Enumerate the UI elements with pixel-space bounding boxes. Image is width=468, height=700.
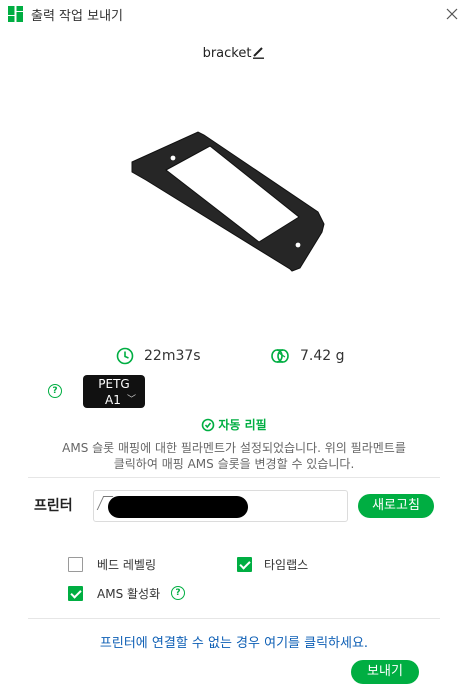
refresh-button[interactable]: 새로고침: [358, 494, 434, 518]
connect-help-link[interactable]: 프린터에 연결할 수 없는 경우 여기를 클릭하세요.: [0, 632, 468, 651]
printer-label: 프린터: [34, 498, 73, 514]
divider: [28, 477, 440, 478]
filament-type: PETG: [98, 377, 130, 391]
filament-slot-a1[interactable]: PETG A1 ﹀: [83, 375, 145, 408]
print-stats: 22m37s 7.42 g: [0, 344, 468, 368]
print-time: 22m37s: [116, 344, 201, 368]
timelapse-option[interactable]: 타임랩스: [237, 556, 308, 573]
close-icon[interactable]: [440, 2, 464, 26]
model-name: bracket: [202, 46, 252, 61]
model-name-row: bracket: [0, 46, 468, 61]
bed-leveling-option[interactable]: 베드 레벨링: [68, 556, 156, 573]
refresh-icon: [202, 418, 215, 432]
filament-spool-icon: [271, 349, 289, 363]
ams-mapping-info: AMS 슬롯 매핑에 대한 필라멘트가 설정되었습니다. 위의 필라멘트를 클릭…: [20, 440, 448, 472]
timelapse-label: 타임랩스: [264, 558, 309, 572]
send-button[interactable]: 보내기: [351, 660, 419, 684]
ams-info-line-2: 클릭하여 매핑 AMS 슬롯을 변경할 수 있습니다.: [113, 457, 355, 471]
ams-checkbox[interactable]: [68, 586, 83, 601]
print-time-value: 22m37s: [144, 348, 201, 364]
redacted-printer-name: [108, 496, 248, 518]
help-icon[interactable]: ?: [48, 384, 62, 398]
auto-refill-label: 자동 리필: [218, 418, 267, 432]
bed-leveling-label: 베드 레벨링: [97, 558, 157, 572]
ams-option[interactable]: AMS 활성화: [68, 585, 160, 602]
chevron-down-icon: ﹀: [127, 395, 137, 405]
timelapse-checkbox[interactable]: [237, 557, 252, 572]
divider: [28, 618, 440, 619]
ams-help-icon[interactable]: ?: [171, 586, 185, 600]
ams-label: AMS 활성화: [97, 587, 161, 601]
edit-pencil-icon[interactable]: [252, 46, 265, 59]
model-preview-image: [131, 131, 325, 272]
filament-weight-value: 7.42 g: [300, 348, 345, 364]
bed-leveling-checkbox[interactable]: [68, 557, 83, 572]
window-title: 출력 작업 보내기: [31, 9, 123, 24]
clock-icon: [116, 347, 134, 365]
printer-select[interactable]: [93, 490, 348, 522]
filament-slot-label: A1: [105, 393, 121, 407]
filament-weight: 7.42 g: [270, 344, 345, 368]
bambu-logo-icon: [8, 6, 23, 22]
auto-refill-link[interactable]: 자동 리필: [0, 416, 468, 433]
ams-info-line-1: AMS 슬롯 매핑에 대한 필라멘트가 설정되었습니다. 위의 필라멘트를: [62, 441, 406, 455]
title-bar: 출력 작업 보내기: [0, 0, 468, 28]
